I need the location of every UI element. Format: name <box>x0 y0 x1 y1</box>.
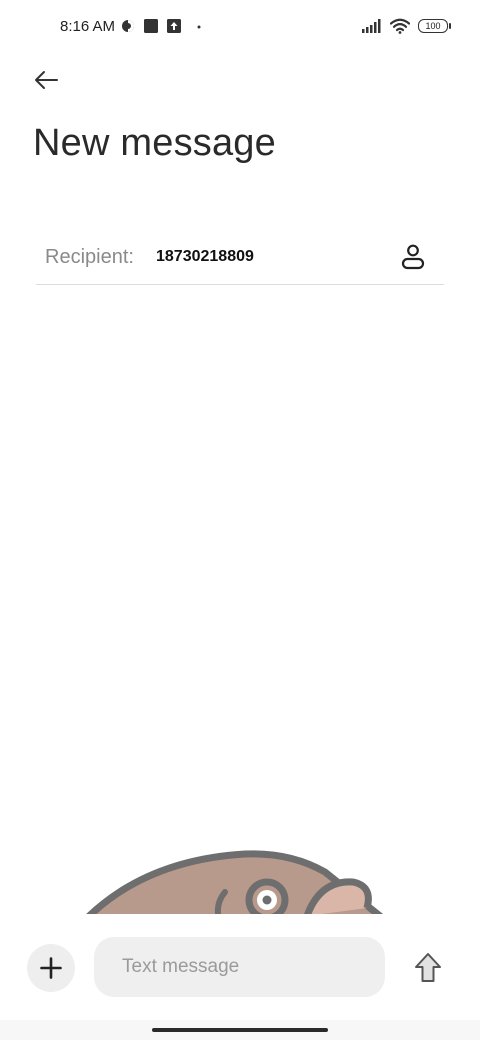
battery-icon: 100 <box>418 19 451 33</box>
status-bar: 8:16 AM 100 <box>0 0 480 56</box>
recipient-field[interactable]: Recipient: 18730218809 <box>36 232 444 285</box>
add-attachment-button[interactable] <box>27 944 75 992</box>
dot-icon <box>197 25 201 29</box>
recipient-value[interactable]: 18730218809 <box>156 248 254 266</box>
arrow-left-icon <box>35 71 58 89</box>
empty-state-illustration <box>85 850 385 914</box>
signal-icon <box>362 19 381 33</box>
wifi-icon <box>390 18 410 34</box>
send-arrow-icon <box>415 953 441 982</box>
message-input[interactable] <box>94 937 385 997</box>
status-system-icons: 100 <box>362 18 451 34</box>
page-title: New message <box>33 122 276 164</box>
recipient-label: Recipient: <box>45 246 134 268</box>
status-notification-icons <box>121 19 204 33</box>
data-saver-icon <box>122 20 134 32</box>
upload-notification-icon <box>167 19 181 33</box>
home-indicator[interactable] <box>152 1028 328 1032</box>
person-icon <box>401 244 425 270</box>
battery-level: 100 <box>425 21 441 31</box>
send-button[interactable] <box>410 950 446 986</box>
back-button[interactable] <box>28 62 64 98</box>
plus-icon <box>40 957 62 979</box>
select-contact-button[interactable] <box>396 240 430 274</box>
status-time: 8:16 AM <box>60 18 116 35</box>
square-notification-icon <box>144 19 158 33</box>
